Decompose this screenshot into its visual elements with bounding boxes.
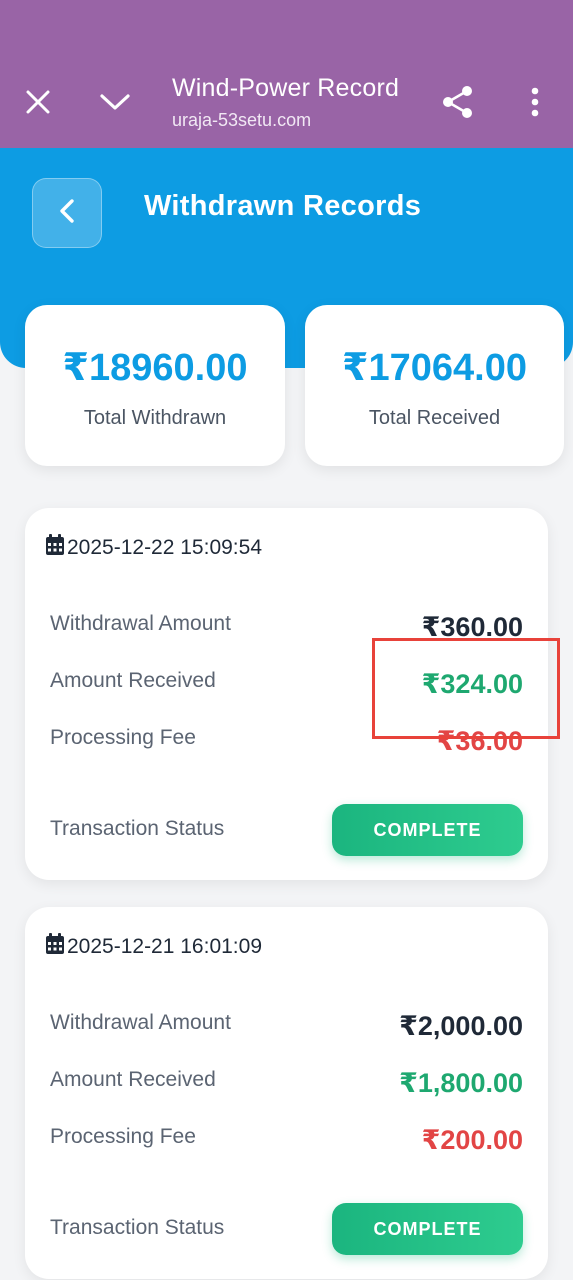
status-complete-button[interactable]: COMPLETE [332, 804, 523, 856]
amount-received-label: Amount Received [50, 669, 216, 692]
record-date-text: 2025-12-22 15:09:54 [67, 536, 262, 559]
chevron-left-icon [58, 198, 76, 229]
total-received-label: Total Received [368, 407, 501, 429]
browser-url: uraja-53setu.com [172, 110, 312, 130]
more-vert-icon[interactable] [511, 78, 559, 126]
record-date-text: 2025-12-21 16:01:09 [67, 935, 262, 958]
withdrawal-amount-label: Withdrawal Amount [50, 1011, 231, 1034]
total-received-value: ₹17064.00 [342, 347, 527, 389]
share-icon[interactable] [434, 78, 482, 126]
transaction-status-label: Transaction Status [50, 1216, 225, 1239]
back-button[interactable] [32, 178, 102, 248]
browser-title: Wind-Power Record [172, 74, 400, 102]
close-icon[interactable] [14, 78, 62, 126]
record-date: 2025-12-22 15:09:54 [45, 534, 262, 562]
total-withdrawn-value: ₹18960.00 [62, 347, 248, 389]
calendar-icon [45, 534, 65, 562]
calendar-icon [45, 933, 65, 961]
chevron-down-icon[interactable] [91, 78, 139, 126]
browser-toolbar: Wind-Power Record uraja-53setu.com [0, 0, 573, 148]
annotation-highlight-box [372, 638, 560, 739]
transaction-status-label: Transaction Status [50, 817, 225, 840]
processing-fee-value: ₹200.00 [421, 1125, 523, 1155]
amount-received-value: ₹1,800.00 [399, 1068, 523, 1098]
withdrawal-amount-value: ₹2,000.00 [399, 1011, 523, 1041]
withdrawal-amount-label: Withdrawal Amount [50, 612, 231, 635]
amount-received-label: Amount Received [50, 1068, 216, 1091]
processing-fee-label: Processing Fee [50, 726, 196, 749]
total-received-card: ₹17064.00 Total Received [305, 305, 564, 466]
page-title: Withdrawn Records [144, 190, 422, 222]
processing-fee-label: Processing Fee [50, 1125, 196, 1148]
total-withdrawn-card: ₹18960.00 Total Withdrawn [25, 305, 285, 466]
record-date: 2025-12-21 16:01:09 [45, 933, 262, 961]
status-complete-button[interactable]: COMPLETE [332, 1203, 523, 1255]
record-card: 2025-12-21 16:01:09 Withdrawal Amount ₹2… [25, 907, 548, 1279]
total-withdrawn-label: Total Withdrawn [83, 407, 227, 429]
